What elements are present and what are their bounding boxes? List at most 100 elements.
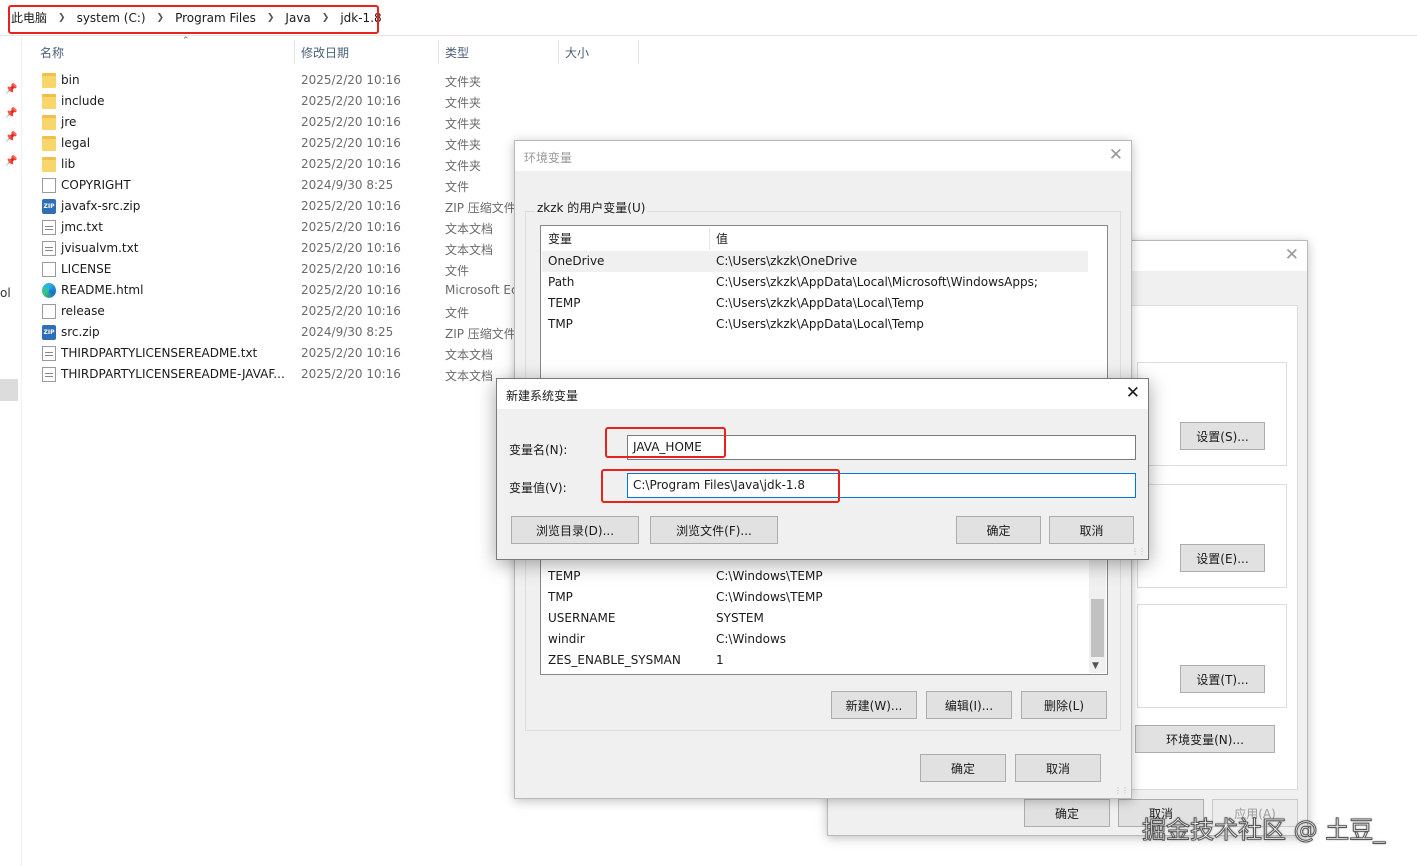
address-bar[interactable]: 此电脑 ❯ system (C:) ❯ Program Files ❯ Java… xyxy=(0,0,1417,36)
variable-name: OneDrive xyxy=(548,254,605,268)
file-row[interactable]: legal 2025/2/20 10:16 文件夹 xyxy=(36,133,516,154)
variable-name: TEMP xyxy=(548,569,581,583)
column-variable[interactable]: 变量 xyxy=(542,228,709,250)
browse-file-button[interactable]: 浏览文件(F)... xyxy=(650,516,778,544)
cancel-button[interactable]: 取消 xyxy=(1049,516,1134,544)
column-size[interactable]: 大小 xyxy=(565,44,589,61)
settings-startup-button[interactable]: 设置(T)... xyxy=(1180,665,1265,693)
variable-row[interactable]: TMP C:\Windows\TEMP xyxy=(542,587,1088,608)
ok-button[interactable]: 确定 xyxy=(920,754,1006,782)
column-divider[interactable] xyxy=(294,40,295,64)
variable-value: C:\Windows\TEMP xyxy=(716,590,823,604)
resize-grip-icon[interactable]: ⋮⋮ xyxy=(1131,547,1146,556)
new-variable-button[interactable]: 新建(W)... xyxy=(831,691,917,719)
variable-name-input[interactable]: JAVA_HOME xyxy=(627,435,1136,460)
variable-value-input[interactable]: C:\Program Files\Java\jdk-1.8 xyxy=(627,473,1136,498)
variable-row[interactable]: TEMP C:\Windows\TEMP xyxy=(542,566,1088,587)
nav-item-selected[interactable] xyxy=(0,379,18,401)
file-date: 2024/9/30 8:25 xyxy=(301,178,394,192)
scrollbar[interactable]: ▼ xyxy=(1089,553,1106,673)
file-name: jvisualvm.txt xyxy=(61,241,139,255)
file-row[interactable]: include 2025/2/20 10:16 文件夹 xyxy=(36,91,516,112)
file-name: release xyxy=(61,304,105,318)
variable-row[interactable]: TMP C:\Users\zkzk\AppData\Local\Temp xyxy=(542,314,1088,335)
file-row[interactable]: README.html 2025/2/20 10:16 Microsoft Ec xyxy=(36,280,516,301)
user-vars-table[interactable]: 变量 值 OneDrive C:\Users\zkzk\OneDrive Path C… xyxy=(540,225,1108,385)
ok-button[interactable]: 确定 xyxy=(1024,799,1110,827)
breadcrumb-item[interactable]: 此电脑 xyxy=(11,9,47,26)
file-date: 2025/2/20 10:16 xyxy=(301,94,401,108)
dialog-titlebar[interactable]: 环境变量 ✕ xyxy=(515,141,1131,171)
file-row[interactable]: jre 2025/2/20 10:16 文件夹 xyxy=(36,112,516,133)
file-row[interactable]: jmc.txt 2025/2/20 10:16 文本文档 xyxy=(36,217,516,238)
file-row[interactable]: LICENSE 2025/2/20 10:16 文件 xyxy=(36,259,516,280)
column-value[interactable]: 值 xyxy=(710,228,1088,250)
file-type: 文件 xyxy=(445,180,470,194)
edge-icon xyxy=(42,283,56,298)
breadcrumb-item[interactable]: Java xyxy=(285,11,310,25)
browse-directory-button[interactable]: 浏览目录(D)... xyxy=(511,516,639,544)
dialog-title: 环境变量 xyxy=(524,151,573,165)
cancel-button[interactable]: 取消 xyxy=(1015,754,1101,782)
close-icon[interactable]: ✕ xyxy=(1109,145,1123,165)
column-name[interactable]: 名称 xyxy=(40,44,64,61)
environment-variables-button[interactable]: 环境变量(N)... xyxy=(1135,725,1275,753)
new-system-variable-dialog: 新建系统变量 ✕ 变量名(N): JAVA_HOME 变量值(V): C:\Pr… xyxy=(496,378,1149,560)
sort-up-icon: ⌃ xyxy=(182,36,190,46)
column-divider[interactable] xyxy=(558,40,559,64)
delete-variable-button[interactable]: 删除(L) xyxy=(1021,691,1107,719)
dialog-titlebar[interactable]: 新建系统变量 ✕ xyxy=(497,379,1148,409)
column-type[interactable]: 类型 xyxy=(445,44,469,61)
ok-button[interactable]: 确定 xyxy=(956,516,1041,544)
system-vars-table[interactable]: TEMP C:\Windows\TEMP TMP C:\Windows\TEMP USE… xyxy=(540,551,1108,675)
file-date: 2024/9/30 8:25 xyxy=(301,325,394,339)
file-row[interactable]: ZIP javafx-src.zip 2025/2/20 10:16 ZIP 压缩文件 xyxy=(36,196,516,217)
file-name: README.html xyxy=(61,283,144,297)
variable-row[interactable]: windir C:\Windows xyxy=(542,629,1088,650)
file-row[interactable]: release 2025/2/20 10:16 文件 xyxy=(36,301,516,322)
resize-grip-icon[interactable]: ⋮⋮ xyxy=(1114,786,1129,795)
file-row[interactable]: ZIP src.zip 2024/9/30 8:25 ZIP 压缩文件 xyxy=(36,322,516,343)
close-icon[interactable]: ✕ xyxy=(1285,245,1299,265)
file-row[interactable]: lib 2025/2/20 10:16 文件夹 xyxy=(36,154,516,175)
column-divider[interactable] xyxy=(438,40,439,64)
file-row[interactable]: THIRDPARTYLICENSEREADME-JAVAF... 2025/2/2… xyxy=(36,364,516,385)
variable-name: TMP xyxy=(548,590,573,604)
file-row[interactable]: COPYRIGHT 2024/9/30 8:25 文件 xyxy=(36,175,516,196)
file-row[interactable]: jvisualvm.txt 2025/2/20 10:16 文本文档 xyxy=(36,238,516,259)
file-date: 2025/2/20 10:16 xyxy=(301,367,401,381)
file-date: 2025/2/20 10:16 xyxy=(301,220,401,234)
variable-row[interactable]: ZES_ENABLE_SYSMAN 1 xyxy=(542,650,1088,671)
file-name: LICENSE xyxy=(61,262,112,276)
scrollbar-thumb[interactable] xyxy=(1091,599,1104,657)
file-date: 2025/2/20 10:16 xyxy=(301,304,401,318)
column-divider[interactable] xyxy=(638,40,639,64)
variable-row[interactable]: Path C:\Users\zkzk\AppData\Local\Microsof… xyxy=(542,272,1088,293)
chevron-down-icon[interactable]: ▼ xyxy=(1092,661,1099,671)
settings-profiles-button[interactable]: 设置(E)... xyxy=(1180,544,1265,572)
variable-row[interactable]: USERNAME SYSTEM xyxy=(542,608,1088,629)
file-type: ZIP 压缩文件 xyxy=(445,201,515,215)
variable-row[interactable]: OneDrive C:\Users\zkzk\OneDrive xyxy=(542,251,1088,272)
breadcrumb-item[interactable]: system (C:) xyxy=(77,11,146,25)
navigation-pane[interactable]: 📌 📌 📌 📌 ol xyxy=(0,36,22,866)
file-row[interactable]: bin 2025/2/20 10:16 文件夹 xyxy=(36,70,516,91)
edit-variable-button[interactable]: 编辑(I)... xyxy=(926,691,1012,719)
file-name: javafx-src.zip xyxy=(61,199,141,213)
file-date: 2025/2/20 10:16 xyxy=(301,115,401,129)
breadcrumb-item[interactable]: Program Files xyxy=(175,11,256,25)
pin-icon: 📌 xyxy=(5,132,18,143)
file-row[interactable]: THIRDPARTYLICENSEREADME.txt 2025/2/20 10:… xyxy=(36,343,516,364)
variable-row[interactable]: TEMP C:\Users\zkzk\AppData\Local\Temp xyxy=(542,293,1088,314)
file-type: 文本文档 xyxy=(445,222,494,236)
file-date: 2025/2/20 10:16 xyxy=(301,262,401,276)
variable-name: TEMP xyxy=(548,296,581,310)
file-date: 2025/2/20 10:16 xyxy=(301,283,401,297)
column-modified[interactable]: 修改日期 xyxy=(301,44,349,61)
file-date: 2025/2/20 10:16 xyxy=(301,199,401,213)
close-icon[interactable]: ✕ xyxy=(1126,383,1140,403)
breadcrumb-item[interactable]: jdk-1.8 xyxy=(340,11,381,25)
settings-performance-button[interactable]: 设置(S)... xyxy=(1180,422,1265,450)
file-type: 文件夹 xyxy=(445,75,482,89)
file-type: Microsoft Ec xyxy=(445,283,515,297)
